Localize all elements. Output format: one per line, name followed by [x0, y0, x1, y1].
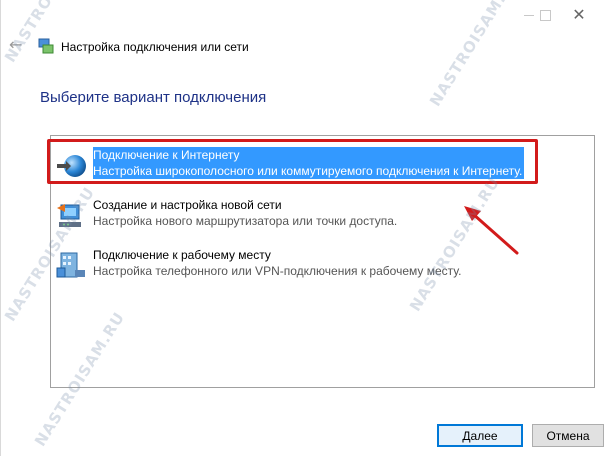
- dialog-window: ✕ ← Настройка подключения или сети Выбер…: [0, 0, 615, 456]
- cancel-button[interactable]: Отмена: [532, 424, 604, 447]
- annotation-arrow-icon: [464, 206, 519, 255]
- next-button[interactable]: Далее: [437, 424, 523, 447]
